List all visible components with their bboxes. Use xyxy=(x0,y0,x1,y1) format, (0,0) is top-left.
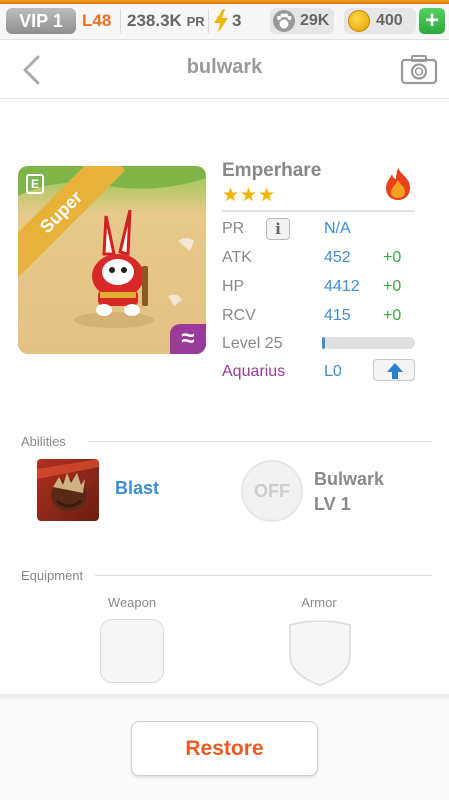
evolve-icon: E xyxy=(26,174,44,194)
energy-count: 3 xyxy=(232,11,242,30)
hp-label: HP xyxy=(222,278,245,295)
coin-currency[interactable]: 400 xyxy=(344,8,416,34)
monster-portrait[interactable]: Super E ≈ xyxy=(18,166,206,354)
upgrade-sign-button[interactable] xyxy=(373,359,415,381)
leader-skill-name: Bulwark xyxy=(314,469,385,489)
vip-badge[interactable]: VIP 1 xyxy=(6,8,76,34)
leader-skill-off-badge[interactable]: OFF xyxy=(241,460,303,522)
restore-button[interactable]: Restore xyxy=(131,721,318,776)
leader-skill-level: LV 1 xyxy=(314,494,351,514)
atk-bonus: +0 xyxy=(383,249,402,266)
player-power-rating: 238.3K PR xyxy=(127,8,205,35)
weapon-label: Weapon xyxy=(107,595,157,610)
name-divider xyxy=(222,210,415,212)
level-label: Level 25 xyxy=(222,335,283,352)
rcv-value: 415 xyxy=(324,307,351,324)
hp-bonus: +0 xyxy=(383,278,402,295)
info-icon[interactable]: i xyxy=(266,218,290,240)
armor-label: Armor xyxy=(301,595,337,610)
fire-element-icon xyxy=(386,168,410,200)
paw-icon xyxy=(273,10,295,32)
camera-icon[interactable] xyxy=(400,53,438,85)
paw-count: 29K xyxy=(300,12,330,29)
rcv-bonus: +0 xyxy=(383,307,402,324)
active-ability-name[interactable]: Blast xyxy=(115,478,159,499)
paw-currency[interactable]: 29K xyxy=(270,8,334,34)
star-rating: ★★★ xyxy=(222,185,277,206)
status-bar: VIP 1 L48 238.3K PR 3 29K 400 + xyxy=(0,0,449,40)
rcv-label: RCV xyxy=(222,307,256,324)
monster-name: Emperhare xyxy=(222,160,322,181)
divider xyxy=(208,9,209,33)
zodiac-sign-label: Aquarius xyxy=(222,363,286,380)
hp-value: 4412 xyxy=(324,278,360,295)
weapon-slot[interactable] xyxy=(100,619,164,683)
divider xyxy=(120,9,121,33)
top-accent-line xyxy=(0,0,449,4)
coin-icon xyxy=(348,10,370,32)
power-rating-value: 238.3K xyxy=(127,11,182,30)
player-level: L48 xyxy=(82,11,112,30)
level-progress-fill xyxy=(322,337,325,349)
coin-count: 400 xyxy=(376,12,403,29)
pr-value: N/A xyxy=(324,220,351,237)
add-currency-button[interactable]: + xyxy=(419,8,445,34)
equipment-heading: Equipment xyxy=(21,568,84,583)
arrow-up-icon xyxy=(387,363,403,379)
atk-value: 452 xyxy=(324,249,351,266)
page-title: bulwark xyxy=(186,56,263,78)
atk-label: ATK xyxy=(222,249,252,266)
level-progress-bar xyxy=(322,337,415,349)
energy-bolt-icon xyxy=(214,9,228,33)
emperhare-creature-image xyxy=(92,209,148,316)
abilities-heading: Abilities xyxy=(21,434,66,449)
power-rating-unit: PR xyxy=(186,14,205,29)
blast-ability-icon[interactable] xyxy=(37,459,99,521)
armor-slot-shield-icon[interactable] xyxy=(287,617,353,687)
title-bar: bulwark xyxy=(0,41,449,99)
water-wave-icon: ≈ xyxy=(170,324,206,354)
pr-label: PR xyxy=(222,220,245,237)
abilities-divider xyxy=(88,441,432,442)
zodiac-sign-level: L0 xyxy=(324,363,342,380)
equipment-divider xyxy=(95,575,432,576)
